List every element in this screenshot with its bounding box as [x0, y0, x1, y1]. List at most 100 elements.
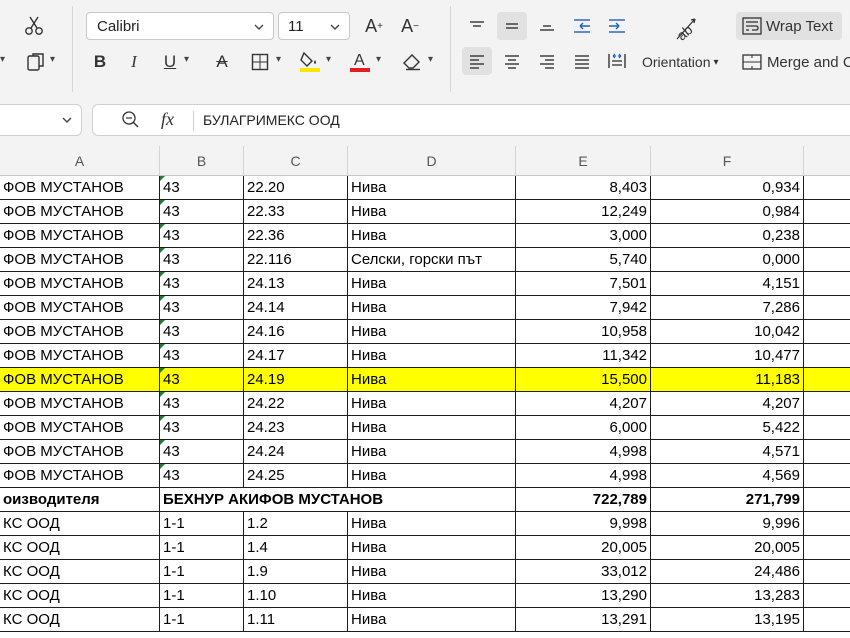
- align-left-icon[interactable]: [462, 47, 492, 75]
- cell-e[interactable]: 33,012: [516, 560, 651, 584]
- cell-c[interactable]: 22.36: [244, 224, 348, 248]
- justify-icon[interactable]: [567, 47, 597, 75]
- clear-formatting-icon[interactable]: [398, 48, 426, 76]
- error-indicator-icon[interactable]: [160, 320, 165, 325]
- cell-b[interactable]: 43: [160, 368, 244, 392]
- cell-d[interactable]: Нива: [348, 176, 516, 200]
- cell-c[interactable]: 22.116: [244, 248, 348, 272]
- increase-font-size-icon[interactable]: A +: [360, 12, 388, 40]
- cell-f[interactable]: 7,286: [651, 296, 804, 320]
- error-indicator-icon[interactable]: [160, 176, 165, 181]
- cell-d[interactable]: Нива: [348, 320, 516, 344]
- error-indicator-icon[interactable]: [160, 200, 165, 205]
- error-indicator-icon[interactable]: [160, 392, 165, 397]
- cell-f[interactable]: 20,005: [651, 536, 804, 560]
- cell-f[interactable]: 4,151: [651, 272, 804, 296]
- cell-d[interactable]: Нива: [348, 536, 516, 560]
- cell-d[interactable]: Нива: [348, 560, 516, 584]
- orientation-button[interactable]: Orientation ▾: [642, 50, 734, 74]
- cell-e[interactable]: 6,000: [516, 416, 651, 440]
- error-indicator-icon[interactable]: [160, 344, 165, 349]
- cell-c[interactable]: 1.2: [244, 512, 348, 536]
- cell-e[interactable]: 3,000: [516, 224, 651, 248]
- cell-g[interactable]: [804, 248, 850, 272]
- cell-a[interactable]: КС ООД: [0, 536, 160, 560]
- merge-button[interactable]: Merge and Ce: [742, 48, 850, 76]
- cell-g[interactable]: [804, 200, 850, 224]
- cell-d[interactable]: Селски, горски път: [348, 248, 516, 272]
- underline-icon[interactable]: U: [156, 48, 184, 76]
- cell-e[interactable]: 7,501: [516, 272, 651, 296]
- align-top-icon[interactable]: [462, 12, 492, 40]
- decrease-indent-icon[interactable]: [567, 12, 597, 40]
- cell-d[interactable]: Нива: [348, 200, 516, 224]
- cell-c[interactable]: 1.9: [244, 560, 348, 584]
- cell-c[interactable]: 24.19: [244, 368, 348, 392]
- align-center-icon[interactable]: [497, 47, 527, 75]
- font-color-icon[interactable]: A: [346, 46, 374, 76]
- cell-b[interactable]: 1-1: [160, 536, 244, 560]
- cell-f[interactable]: 10,477: [651, 344, 804, 368]
- cell-b[interactable]: 1-1: [160, 608, 244, 632]
- cell-b[interactable]: 43: [160, 392, 244, 416]
- cell-d[interactable]: Нива: [348, 296, 516, 320]
- copy-chevron-icon[interactable]: ▾: [50, 54, 55, 65]
- cell-c[interactable]: 24.17: [244, 344, 348, 368]
- paste-options-chevron-icon[interactable]: ▾: [0, 54, 5, 65]
- decrease-font-size-icon[interactable]: A −: [396, 12, 424, 40]
- cell-a[interactable]: ФОВ МУСТАНОВ: [0, 200, 160, 224]
- formula-input[interactable]: fx БУЛАГРИМЕКС ООД: [92, 104, 850, 136]
- bold-icon[interactable]: B: [86, 48, 114, 76]
- cell-a[interactable]: ФОВ МУСТАНОВ: [0, 464, 160, 488]
- cell-f[interactable]: 4,207: [651, 392, 804, 416]
- error-indicator-icon[interactable]: [160, 272, 165, 277]
- cell-b[interactable]: 43: [160, 440, 244, 464]
- cell-c[interactable]: 24.22: [244, 392, 348, 416]
- font-color-chevron-icon[interactable]: ▾: [376, 54, 381, 65]
- cell-a[interactable]: ФОВ МУСТАНОВ: [0, 224, 160, 248]
- align-middle-icon[interactable]: [497, 12, 527, 40]
- cell-a[interactable]: КС ООД: [0, 560, 160, 584]
- column-header-e[interactable]: E: [516, 146, 651, 176]
- cell-e[interactable]: 13,291: [516, 608, 651, 632]
- cell-d[interactable]: Нива: [348, 344, 516, 368]
- cell-a[interactable]: ФОВ МУСТАНОВ: [0, 296, 160, 320]
- cell-c[interactable]: 22.33: [244, 200, 348, 224]
- cell-c[interactable]: 24.25: [244, 464, 348, 488]
- cell-g[interactable]: [804, 488, 850, 512]
- cell-d[interactable]: Нива: [348, 464, 516, 488]
- cell-f[interactable]: 271,799: [651, 488, 804, 512]
- wrap-text-button[interactable]: Wrap Text: [736, 12, 842, 40]
- cell-g[interactable]: [804, 512, 850, 536]
- cell-f[interactable]: 9,996: [651, 512, 804, 536]
- cell-a[interactable]: КС ООД: [0, 512, 160, 536]
- cell-e[interactable]: 4,998: [516, 440, 651, 464]
- cell-f[interactable]: 0,238: [651, 224, 804, 248]
- column-header-b[interactable]: B: [160, 146, 244, 176]
- cell-f[interactable]: 0,984: [651, 200, 804, 224]
- underline-chevron-icon[interactable]: ▾: [184, 54, 189, 65]
- spreadsheet-grid[interactable]: A B C D E F ФОВ МУСТАНОВ 43 22.20 Нива 8,403…: [0, 146, 850, 638]
- zoom-icon[interactable]: [121, 110, 141, 130]
- cell-e[interactable]: 15,500: [516, 368, 651, 392]
- cell-d[interactable]: Нива: [348, 272, 516, 296]
- column-header-f[interactable]: F: [651, 146, 804, 176]
- cell-c[interactable]: 24.23: [244, 416, 348, 440]
- cell-g[interactable]: [804, 416, 850, 440]
- cell-f[interactable]: 0,934: [651, 176, 804, 200]
- orientation-icon[interactable]: ab: [668, 12, 702, 44]
- cell-b[interactable]: 1-1: [160, 560, 244, 584]
- cell-c[interactable]: 24.24: [244, 440, 348, 464]
- cell-b[interactable]: 43: [160, 344, 244, 368]
- cell-f[interactable]: 4,571: [651, 440, 804, 464]
- cell-e[interactable]: 13,290: [516, 584, 651, 608]
- error-indicator-icon[interactable]: [160, 296, 165, 301]
- cell-b[interactable]: 43: [160, 272, 244, 296]
- clear-chevron-icon[interactable]: ▾: [428, 54, 433, 65]
- cell-g[interactable]: [804, 440, 850, 464]
- cell-b[interactable]: 43: [160, 464, 244, 488]
- align-bottom-icon[interactable]: [532, 12, 562, 40]
- cell-b[interactable]: 43: [160, 416, 244, 440]
- cell-e[interactable]: 722,789: [516, 488, 651, 512]
- error-indicator-icon[interactable]: [160, 440, 165, 445]
